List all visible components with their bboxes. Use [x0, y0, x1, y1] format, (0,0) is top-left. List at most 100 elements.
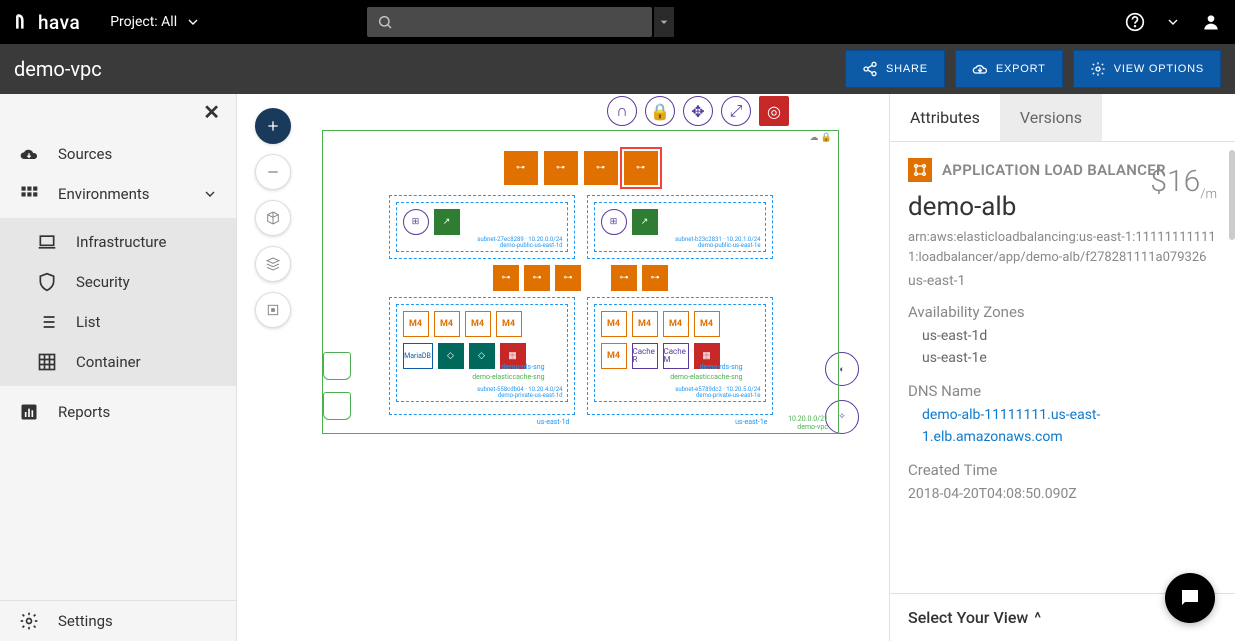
ecs-node[interactable]: ◇: [469, 343, 495, 369]
rds-sng-label: demo-rds-sng: [700, 363, 743, 371]
search-input[interactable]: [367, 7, 652, 37]
alb-node[interactable]: ⊶: [504, 151, 538, 185]
sidebar-close-button[interactable]: ✕: [203, 100, 220, 124]
ec2-instance[interactable]: M4: [496, 311, 522, 337]
account-dropdown-icon[interactable]: [1165, 14, 1181, 30]
view-options-button[interactable]: VIEW OPTIONS: [1073, 50, 1221, 88]
zoom-in-button[interactable]: [255, 108, 291, 144]
tg-node[interactable]: ⊶: [642, 265, 668, 291]
view-3d-button[interactable]: [255, 200, 291, 236]
ecs-node[interactable]: ◇: [438, 343, 464, 369]
expand-tool[interactable]: ⤢: [721, 96, 751, 126]
nav-label: Sources: [58, 145, 112, 163]
chat-icon: [1178, 586, 1202, 610]
rds-sng-label: demo-rds-sng: [502, 363, 545, 371]
private-subnet-1d[interactable]: M4 M4 M4 M4 MariaDB ◇ ◇ ▦ dem: [396, 304, 568, 402]
cache-sng-label: demo-elasticcache-sng: [670, 373, 742, 381]
ec2-instance[interactable]: M4: [601, 343, 627, 369]
private-subnet-1e[interactable]: M4 M4 M4 M4 M4 Cache R Cache M ▦: [594, 304, 766, 402]
az-label: us-east-1e: [735, 418, 767, 426]
gear-icon: [19, 611, 39, 631]
rds-mariadb[interactable]: MariaDB: [403, 343, 433, 369]
sidebar-item-settings[interactable]: Settings: [0, 601, 236, 641]
az-us-east-1e[interactable]: ⊞ ↗ subnet-b23c2831 · 10.20.1.0/24demo-p…: [587, 195, 773, 259]
project-label: Project: All: [110, 14, 177, 30]
route-table-icon[interactable]: ⊞: [601, 209, 627, 235]
alb-node-selected[interactable]: ⊶: [624, 151, 658, 185]
lock-tool[interactable]: 🔒: [645, 96, 675, 126]
view-layers-button[interactable]: [255, 246, 291, 282]
view-center-button[interactable]: [255, 292, 291, 328]
public-subnet-1e[interactable]: ⊞ ↗ subnet-b23c2831 · 10.20.1.0/24demo-p…: [594, 202, 766, 252]
select-view-label: Select Your View: [908, 608, 1028, 627]
tg-node[interactable]: ⊶: [493, 265, 519, 291]
route-table-icon[interactable]: ⊞: [403, 209, 429, 235]
az-value-2: us-east-1e: [908, 347, 1217, 369]
target-tool[interactable]: ◎: [759, 96, 789, 126]
move-tool[interactable]: ✥: [683, 96, 713, 126]
dns-value[interactable]: demo-alb-11111111.us-east-1.elb.amazonaw…: [908, 404, 1217, 449]
share-button[interactable]: SHARE: [845, 50, 945, 88]
az-value-1: us-east-1d: [908, 325, 1217, 347]
zoom-controls: [255, 108, 291, 328]
nat-gateway-icon[interactable]: ↗: [632, 209, 658, 235]
nav-label: Settings: [58, 612, 113, 630]
tab-versions[interactable]: Versions: [1000, 94, 1102, 141]
sidebar-item-environments[interactable]: Environments: [0, 174, 236, 214]
canvas-area[interactable]: ◐ ✧ ∩ 🔒 ✥ ⤢ ◎ ☁ 🔒 ⊶ ⊶ ⊶ ⊶: [237, 94, 889, 641]
nav-label: Infrastructure: [76, 233, 166, 251]
az-us-east-1d[interactable]: ⊞ ↗ subnet-27ec8289 · 10.20.0.0/24demo-p…: [389, 195, 575, 259]
private-az-row: M4 M4 M4 M4 MariaDB ◇ ◇ ▦ dem: [333, 297, 828, 415]
zoom-out-button[interactable]: [255, 154, 291, 190]
help-icon[interactable]: [1125, 12, 1145, 32]
ec2-instance[interactable]: M4: [632, 311, 658, 337]
ec2-instance[interactable]: M4: [694, 311, 720, 337]
project-dropdown[interactable]: Project: All: [110, 14, 201, 30]
share-icon: [862, 61, 878, 77]
sidebar-item-infrastructure[interactable]: Infrastructure: [18, 222, 236, 262]
gear-icon: [1090, 61, 1106, 77]
topbar: hava Project: All: [0, 0, 1235, 44]
alb-node[interactable]: ⊶: [584, 151, 618, 185]
az-private-1d[interactable]: M4 M4 M4 M4 MariaDB ◇ ◇ ▦ dem: [389, 297, 575, 415]
vpc-container[interactable]: ☁ 🔒 ⊶ ⊶ ⊶ ⊶ ⊞ ↗ sub: [322, 130, 839, 434]
nat-gateway-icon[interactable]: ↗: [434, 209, 460, 235]
cache-m-node[interactable]: Cache M: [663, 343, 689, 369]
az-label: Availability Zones: [908, 303, 1217, 321]
search-filter-dropdown[interactable]: [654, 7, 674, 37]
main: ✕ Sources Environments Infrastructure: [0, 94, 1235, 641]
cache-r-node[interactable]: Cache R: [632, 343, 658, 369]
subnet-label: subnet-e5789dc2 · 10.20.5.0/24demo-priva…: [675, 387, 760, 400]
sidebar-item-list[interactable]: List: [18, 302, 236, 342]
az-private-1e[interactable]: M4 M4 M4 M4 M4 Cache R Cache M ▦: [587, 297, 773, 415]
ec2-instance[interactable]: M4: [601, 311, 627, 337]
tab-attributes[interactable]: Attributes: [890, 94, 1000, 141]
export-button[interactable]: EXPORT: [955, 50, 1063, 88]
nav-label: Container: [76, 353, 141, 371]
ec2-instance[interactable]: M4: [434, 311, 460, 337]
tg-node[interactable]: ⊶: [524, 265, 550, 291]
container-icon: [37, 352, 57, 372]
logo[interactable]: hava: [14, 11, 80, 34]
cloud-download-icon: [19, 144, 39, 164]
scrollbar[interactable]: [1229, 150, 1235, 240]
ec2-instance[interactable]: M4: [465, 311, 491, 337]
ec2-instance[interactable]: M4: [663, 311, 689, 337]
igw-tool[interactable]: ∩: [607, 96, 637, 126]
resource-price: $16/m: [1150, 164, 1217, 202]
alb-node[interactable]: ⊶: [544, 151, 578, 185]
sidebar-item-reports[interactable]: Reports: [0, 392, 236, 432]
chat-fab[interactable]: [1165, 573, 1215, 623]
sidebar-item-security[interactable]: Security: [18, 262, 236, 302]
ec2-instance[interactable]: M4: [403, 311, 429, 337]
nav-label: Security: [76, 273, 130, 291]
grid-icon: [19, 184, 39, 204]
public-subnet-1d[interactable]: ⊞ ↗ subnet-27ec8289 · 10.20.0.0/24demo-p…: [396, 202, 568, 252]
sidebar-item-sources[interactable]: Sources: [0, 134, 236, 174]
chevron-down-icon: [185, 14, 201, 30]
sidebar-item-container[interactable]: Container: [18, 342, 236, 382]
vpc-label: 10.20.0.0/21demo-vpc: [788, 415, 828, 431]
tg-node[interactable]: ⊶: [611, 265, 637, 291]
user-icon[interactable]: [1201, 12, 1221, 32]
tg-node[interactable]: ⊶: [555, 265, 581, 291]
